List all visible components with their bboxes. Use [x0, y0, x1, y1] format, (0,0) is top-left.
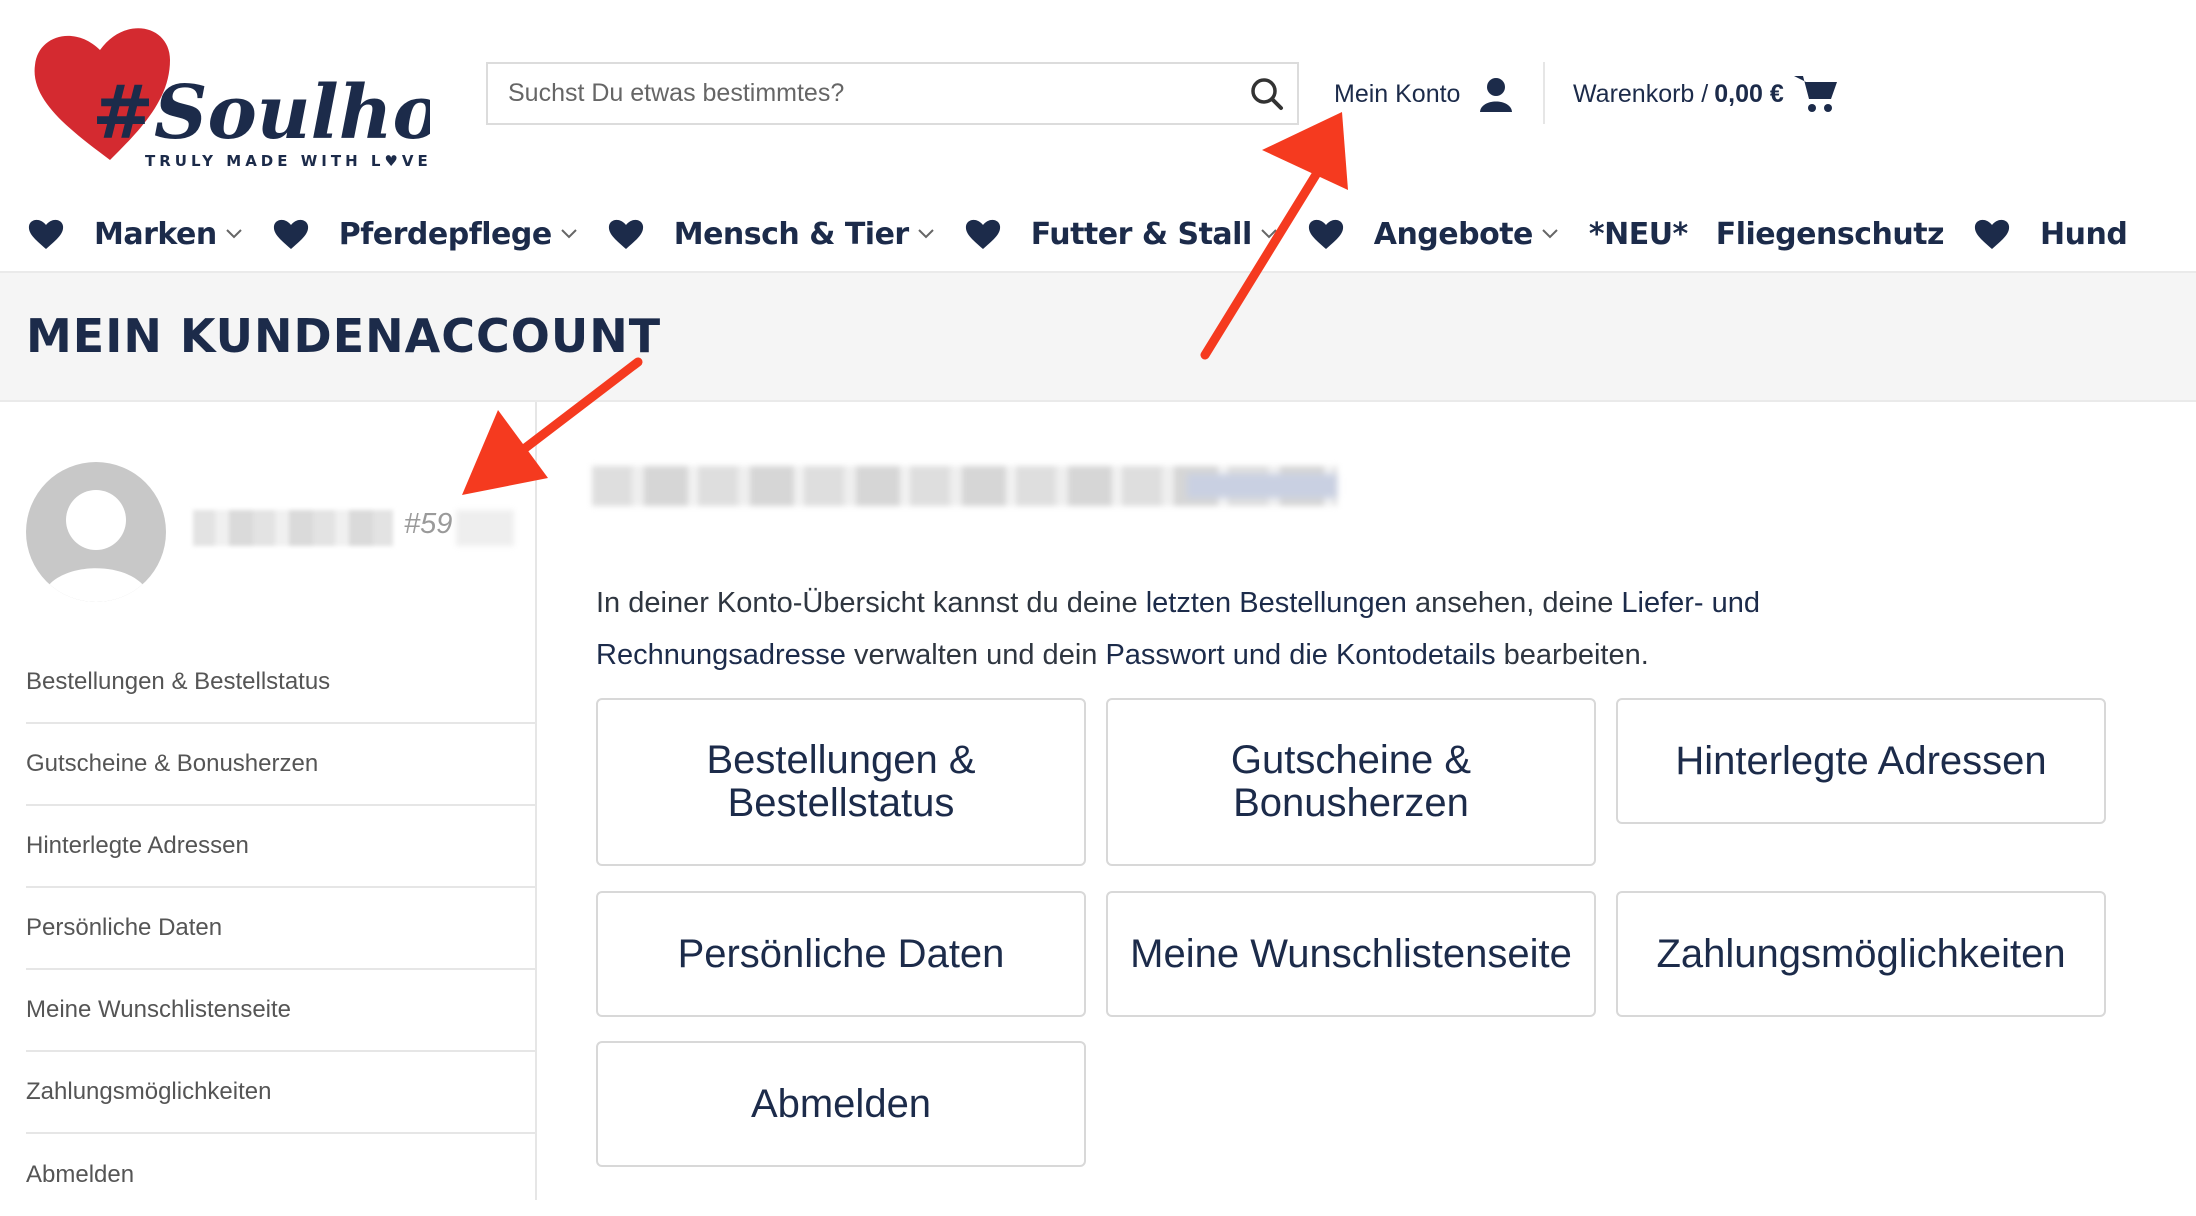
tile-label: Zahlungsmöglichkeiten	[1656, 931, 2066, 976]
nav-label: Hund	[2040, 216, 2128, 252]
nav-item-neu[interactable]: *NEU*	[1589, 217, 1688, 252]
tile-label: Persönliche Daten	[677, 931, 1005, 976]
nav-label: Futter & Stall	[1030, 216, 1253, 252]
main-navigation: Marken Pferdepflege Mensch & Tier Futter…	[28, 206, 2157, 262]
soulhorse-logo[interactable]: #Soulhorse TRULY MADE WITH L♥VE	[30, 20, 570, 170]
chevron-down-icon	[560, 228, 578, 240]
logo-heart-icon: #Soulhorse TRULY MADE WITH L♥VE	[34, 28, 570, 170]
cart-total: 0,00 €	[1714, 79, 1784, 108]
search-input[interactable]	[488, 64, 1237, 123]
nav-label: Marken	[94, 216, 217, 252]
chevron-down-icon	[917, 228, 935, 240]
nav-item-fliegenschutz[interactable]: Fliegenschutz	[1715, 216, 1945, 252]
heart-icon	[273, 218, 309, 250]
recent-orders-link[interactable]: letzten Bestellungen	[1146, 587, 1407, 619]
tile-persoenliche-daten[interactable]: Persönliche Daten	[596, 891, 1086, 1017]
nav-label: Pferdepflege	[338, 216, 552, 252]
cart-link[interactable]: Warenkorb / 0,00 €	[1573, 72, 1838, 116]
nav-item-mensch-tier[interactable]: Mensch & Tier	[674, 217, 935, 252]
sidebar-item-persoenliche-daten[interactable]: Persönliche Daten	[26, 888, 535, 970]
intro-text: verwalten und dein	[845, 639, 1106, 671]
tile-label: Gutscheine & Bonusherzen	[1230, 738, 1472, 825]
nav-label: Mensch & Tier	[673, 216, 910, 252]
sidebar-item-adressen[interactable]: Hinterlegte Adressen	[26, 806, 535, 888]
tile-zahlung[interactable]: Zahlungsmöglichkeiten	[1616, 891, 2106, 1017]
intro-text: In deiner Konto-Übersicht kannst du dein…	[596, 587, 1146, 619]
nav-label: Fliegenschutz	[1715, 216, 1945, 252]
sidebar-item-abmelden[interactable]: Abmelden	[26, 1134, 535, 1216]
search-icon[interactable]	[1237, 64, 1297, 123]
my-account-label: Mein Konto	[1334, 79, 1461, 108]
tile-gutscheine[interactable]: Gutscheine & Bonusherzen	[1106, 698, 1596, 866]
my-account-link[interactable]: Mein Konto	[1334, 72, 1514, 116]
header-divider	[1543, 62, 1545, 124]
cart-label: Warenkorb /	[1573, 79, 1709, 108]
tile-label: Meine Wunschlistenseite	[1130, 931, 1572, 976]
intro-text: ansehen, deine	[1406, 587, 1622, 619]
heart-icon	[965, 218, 1001, 250]
heart-icon	[28, 218, 64, 250]
sidebar-item-wunschliste[interactable]: Meine Wunschlistenseite	[26, 970, 535, 1052]
heart-icon	[608, 218, 644, 250]
tile-wunschliste[interactable]: Meine Wunschlistenseite	[1106, 891, 1596, 1017]
greeting-redacted	[592, 466, 1337, 506]
tile-label: Hinterlegte Adressen	[1675, 738, 2047, 783]
heart-icon	[1308, 218, 1344, 250]
chevron-down-icon	[1541, 228, 1559, 240]
logo-wordmark: #Soulhorse	[92, 70, 430, 156]
nav-label: Angebote	[1373, 216, 1534, 252]
nav-item-futter-stall[interactable]: Futter & Stall	[1031, 217, 1278, 252]
page-title: MEIN KUNDENACCOUNT	[26, 309, 662, 363]
tile-adressen[interactable]: Hinterlegte Adressen	[1616, 698, 2106, 824]
search-bar	[486, 62, 1299, 125]
intro-text: bearbeiten.	[1495, 639, 1649, 671]
tile-abmelden[interactable]: Abmelden	[596, 1041, 1086, 1167]
sidebar-item-bestellungen[interactable]: Bestellungen & Bestellstatus	[26, 642, 535, 724]
logo-tagline: TRULY MADE WITH L♥VE	[145, 152, 430, 170]
user-id-redacted	[456, 510, 514, 546]
account-sidebar: #59 Bestellungen & Bestellstatus Gutsche…	[0, 402, 537, 1200]
page-title-band: MEIN KUNDENACCOUNT	[0, 271, 2196, 402]
account-details-link[interactable]: Passwort und die Kontodetails	[1105, 639, 1495, 671]
tile-label: Bestellungen & Bestellstatus	[706, 738, 976, 825]
nav-item-hund[interactable]: Hund	[2040, 216, 2128, 252]
account-intro-text: In deiner Konto-Übersicht kannst du dein…	[596, 577, 1936, 681]
nav-item-angebote[interactable]: Angebote	[1374, 217, 1559, 252]
cart-icon	[1793, 76, 1837, 112]
chevron-down-icon	[225, 228, 243, 240]
sidebar-menu: Bestellungen & Bestellstatus Gutscheine …	[26, 642, 535, 1216]
chevron-down-icon	[1260, 228, 1278, 240]
heart-icon	[1974, 218, 2010, 250]
sidebar-item-zahlung[interactable]: Zahlungsmöglichkeiten	[26, 1052, 535, 1134]
avatar	[26, 462, 166, 602]
nav-item-marken[interactable]: Marken	[94, 217, 243, 252]
tile-bestellungen[interactable]: Bestellungen & Bestellstatus	[596, 698, 1086, 866]
nav-item-pferdepflege[interactable]: Pferdepflege	[339, 217, 578, 252]
user-icon	[1480, 78, 1513, 112]
default-avatar-icon	[41, 490, 151, 602]
tile-label: Abmelden	[750, 1081, 932, 1126]
user-id: #59	[404, 508, 453, 540]
user-name-redacted	[193, 510, 393, 546]
nav-label: *NEU*	[1588, 216, 1688, 252]
sidebar-item-gutscheine[interactable]: Gutscheine & Bonusherzen	[26, 724, 535, 806]
